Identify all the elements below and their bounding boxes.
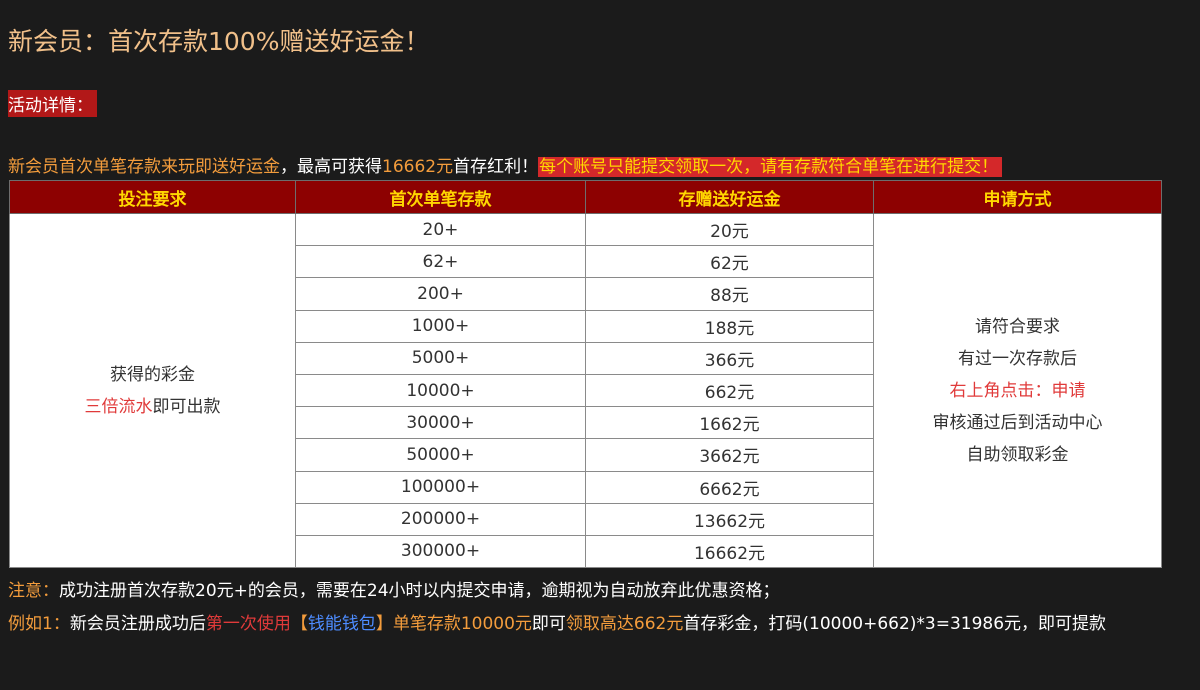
bonus-cell: 6662元 bbox=[585, 470, 874, 504]
deposit-cell: 62+ bbox=[295, 245, 586, 279]
example-text-5: 领取高达662元 bbox=[565, 614, 684, 634]
header-first-deposit: 首次单笔存款 bbox=[295, 180, 586, 214]
deposit-cell: 200+ bbox=[295, 277, 586, 311]
deposit-cell: 50000+ bbox=[295, 438, 586, 472]
bonus-table: 投注要求 首次单笔存款 存赠送好运金 申请方式 获得的彩金 三倍流水即可出款 2… bbox=[9, 180, 1162, 569]
bonus-cell: 1662元 bbox=[585, 406, 874, 440]
bonus-cell: 366元 bbox=[585, 341, 874, 375]
apply-line-4: 审核通过后到活动中心 bbox=[932, 412, 1103, 433]
example-label: 例如1： bbox=[8, 614, 70, 634]
betting-requirement-cell: 获得的彩金 三倍流水即可出款 bbox=[9, 212, 296, 569]
example-text-1: 新会员注册成功后 bbox=[69, 614, 206, 634]
intro-text-1: 新会员首次单笔存款来玩即送好运金 bbox=[8, 157, 280, 177]
example-bracket-open: 【 bbox=[290, 614, 308, 634]
example-paragraph: 例如1：新会员注册成功后第一次使用【钱能钱包】单笔存款10000元即可领取高达6… bbox=[8, 608, 1168, 640]
table-row: 获得的彩金 三倍流水即可出款 20+ 20元 请符合要求 有过一次存款后 右上角… bbox=[9, 212, 1162, 569]
header-bonus-amount: 存赠送好运金 bbox=[585, 180, 874, 214]
bonus-cell: 88元 bbox=[585, 277, 874, 311]
deposit-cell: 10000+ bbox=[295, 373, 586, 408]
example-text-3: 】单笔存款10000元 bbox=[375, 614, 532, 634]
bonus-cell: 3662元 bbox=[585, 438, 874, 472]
bonus-cell: 662元 bbox=[585, 373, 874, 408]
bonus-cell: 20元 bbox=[585, 212, 874, 247]
deposit-cell: 300000+ bbox=[295, 534, 586, 569]
requirement-line-2: 三倍流水即可出款 bbox=[10, 391, 295, 423]
activity-details-label: 活动详情： bbox=[8, 90, 97, 117]
intro-warning: 每个账号只能提交领取一次，请有存款符合单笔在进行提交！ bbox=[538, 157, 1003, 177]
intro-text-2: ，最高可获得 bbox=[280, 157, 382, 177]
example-text-6: 首存彩金，打码(10000+662)*3=31986元，即可提款 bbox=[683, 614, 1107, 634]
notice-line: 注意：成功注册首次存款20元+的会员，需要在24小时以内提交申请，逾期视为自动放… bbox=[8, 576, 780, 601]
apply-line-1: 请符合要求 bbox=[975, 316, 1060, 337]
table-header-row: 投注要求 首次单笔存款 存赠送好运金 申请方式 bbox=[9, 180, 1162, 214]
intro-line: 新会员首次单笔存款来玩即送好运金，最高可获得16662元首存红利！每个账号只能提… bbox=[8, 152, 1003, 177]
requirement-rest: 即可出款 bbox=[152, 396, 221, 417]
deposit-cell: 100000+ bbox=[295, 470, 586, 504]
intro-text-3: 首存红利！ bbox=[453, 157, 539, 177]
notice-text: 成功注册首次存款20元+的会员，需要在24小时以内提交申请，逾期视为自动放弃此优… bbox=[59, 581, 780, 601]
bonus-cell: 16662元 bbox=[585, 534, 874, 569]
bonus-cell: 62元 bbox=[585, 245, 874, 279]
bonus-cell: 13662元 bbox=[585, 502, 874, 536]
apply-line-5: 自助领取彩金 bbox=[966, 444, 1069, 465]
header-betting-requirement: 投注要求 bbox=[9, 180, 296, 214]
page-title: 新会员：首次存款100%赠送好运金！ bbox=[8, 27, 430, 56]
example-text-2: 第一次使用 bbox=[205, 614, 291, 634]
deposit-cell: 30000+ bbox=[295, 406, 586, 440]
bonus-cell: 188元 bbox=[585, 309, 874, 343]
deposit-cell: 20+ bbox=[295, 212, 586, 247]
deposit-cell: 5000+ bbox=[295, 341, 586, 375]
wallet-name: 钱能钱包 bbox=[307, 614, 376, 634]
deposit-cell: 1000+ bbox=[295, 309, 586, 343]
deposit-cell: 200000+ bbox=[295, 502, 586, 536]
intro-max-amount: 16662元 bbox=[382, 157, 454, 177]
requirement-line-1: 获得的彩金 bbox=[110, 364, 195, 385]
requirement-highlight: 三倍流水 bbox=[84, 396, 153, 417]
apply-method-cell: 请符合要求 有过一次存款后 右上角点击：申请 审核通过后到活动中心 自助领取彩金 bbox=[873, 212, 1162, 569]
apply-line-2: 有过一次存款后 bbox=[958, 348, 1077, 369]
notice-label: 注意： bbox=[8, 581, 59, 601]
header-apply-method: 申请方式 bbox=[873, 180, 1162, 214]
example-text-4: 即可 bbox=[531, 614, 566, 634]
apply-line-3: 右上角点击：申请 bbox=[949, 380, 1086, 401]
